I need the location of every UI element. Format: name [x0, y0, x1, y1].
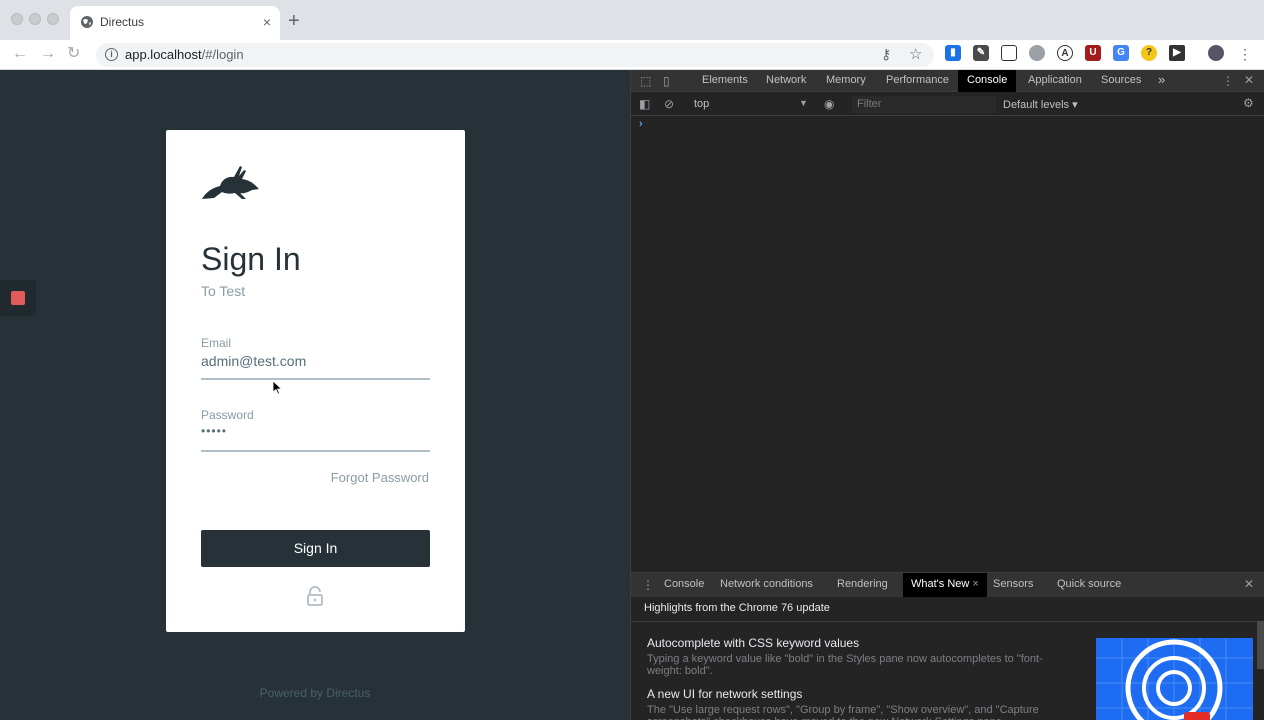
drawer-tab-rendering[interactable]: Rendering — [837, 578, 888, 590]
video-thumbnail-art — [1096, 638, 1253, 720]
tab-title: Directus — [100, 15, 145, 29]
clear-console-icon[interactable]: ⊘ — [664, 97, 674, 111]
whats-new-item-desc: Typing a keyword value like "bold" in th… — [647, 653, 1043, 677]
browser-toolbar: ← → ↻ i app.localhost/#/login ⚷ ☆ ▮ ✎ A … — [0, 40, 1264, 70]
back-icon[interactable]: ← — [12, 44, 28, 64]
drawer-tab-bar: ⋮ Console Network conditions Rendering W… — [631, 573, 1264, 597]
chrome-update-video-thumbnail[interactable] — [1096, 638, 1253, 720]
password-field[interactable]: ••••• — [201, 424, 227, 438]
url-host: app.localhost — [125, 47, 202, 62]
devtools-menu-icon[interactable]: ⋮ — [1222, 74, 1234, 88]
devtools-drawer: ⋮ Console Network conditions Rendering W… — [631, 572, 1264, 720]
globe-icon — [81, 16, 93, 28]
whats-new-item-title[interactable]: Autocomplete with CSS keyword values — [647, 636, 859, 650]
info-icon[interactable]: i — [105, 48, 118, 61]
extension-bookmark-icon[interactable]: ▮ — [945, 45, 961, 61]
forgot-password-link[interactable]: Forgot Password — [331, 470, 429, 485]
stop-square-icon — [11, 291, 25, 305]
more-tabs-icon[interactable]: » — [1158, 72, 1165, 87]
console-filter-input[interactable]: Filter — [852, 96, 996, 113]
tab-sources[interactable]: Sources — [1101, 74, 1141, 86]
device-toolbar-icon[interactable]: ▯ — [663, 74, 670, 88]
login-card: Sign In To Test Email admin@test.com Pas… — [166, 130, 465, 632]
whats-new-heading: Highlights from the Chrome 76 update — [644, 602, 830, 614]
minimize-window-button[interactable] — [29, 13, 41, 25]
record-widget-button[interactable] — [0, 280, 36, 316]
directus-rabbit-logo — [202, 166, 259, 199]
sign-in-button[interactable]: Sign In — [201, 530, 430, 567]
bookmark-star-icon[interactable]: ☆ — [909, 45, 922, 63]
context-dropdown-icon[interactable]: ▼ — [799, 98, 808, 108]
zoom-window-button[interactable] — [47, 13, 59, 25]
tab-close-button[interactable]: × — [263, 13, 271, 31]
tab-application[interactable]: Application — [1028, 74, 1082, 86]
devtools-tab-bar: ⬚ ▯ Elements Network Memory Performance … — [631, 70, 1264, 92]
drawer-menu-icon[interactable]: ⋮ — [642, 578, 654, 592]
drawer-tab-quick-source[interactable]: Quick source — [1057, 578, 1121, 590]
inspect-element-icon[interactable]: ⬚ — [640, 74, 651, 88]
close-icon[interactable]: × — [972, 578, 978, 590]
extension-a-icon[interactable]: A — [1057, 45, 1073, 61]
drawer-tab-console[interactable]: Console — [664, 578, 704, 590]
devtools-close-icon[interactable]: ✕ — [1244, 73, 1254, 87]
tab-memory[interactable]: Memory — [826, 74, 866, 86]
extension-screenshot-icon[interactable] — [1001, 45, 1017, 61]
devtools-panel: ⬚ ▯ Elements Network Memory Performance … — [630, 70, 1264, 720]
drawer-divider — [631, 621, 1264, 622]
email-underline — [201, 378, 430, 380]
project-subtitle: To Test — [201, 283, 246, 299]
powered-by-link[interactable]: Powered by Directus — [0, 686, 630, 700]
tab-network[interactable]: Network — [766, 74, 806, 86]
context-selector[interactable]: top — [694, 98, 709, 110]
tab-strip: Directus × + — [0, 0, 1264, 40]
sidebar-toggle-icon[interactable]: ◧ — [639, 97, 650, 111]
new-tab-button[interactable]: + — [288, 9, 300, 33]
url-text[interactable]: app.localhost/#/login — [125, 47, 244, 62]
email-label: Email — [201, 336, 232, 350]
mouse-cursor-icon — [273, 381, 283, 395]
extension-picker-icon[interactable]: ✎ — [973, 45, 989, 61]
close-window-button[interactable] — [11, 13, 23, 25]
forward-icon[interactable]: → — [40, 44, 56, 64]
whats-new-item-desc: The "Use large request rows", "Group by … — [647, 704, 1039, 720]
tab-performance[interactable]: Performance — [886, 74, 949, 86]
drawer-tab-whats-new-label: What's New — [911, 578, 970, 590]
profile-avatar[interactable] — [1208, 45, 1224, 61]
extension-globe-icon[interactable] — [1029, 45, 1045, 61]
settings-gear-icon[interactable]: ⚙ — [1243, 96, 1254, 110]
tab-console[interactable]: Console — [958, 70, 1017, 92]
eye-icon[interactable]: ◉ — [824, 97, 834, 111]
drawer-tab-sensors[interactable]: Sensors — [993, 578, 1033, 590]
drawer-scrollbar[interactable] — [1257, 621, 1264, 669]
url-path: /#/login — [201, 47, 244, 62]
page-title: Sign In — [201, 241, 301, 277]
password-underline — [201, 450, 430, 452]
lock-icon — [307, 586, 323, 606]
drawer-tab-whats-new[interactable]: What's New × — [903, 573, 987, 597]
address-bar[interactable]: i app.localhost/#/login ⚷ ☆ — [96, 43, 934, 67]
tab-elements[interactable]: Elements — [702, 74, 748, 86]
console-prompt[interactable]: › — [639, 118, 643, 130]
help-extension-icon[interactable]: ? — [1141, 45, 1157, 61]
reload-icon[interactable]: ↻ — [67, 44, 80, 64]
browser-tab[interactable]: Directus × — [70, 6, 280, 40]
translate-icon[interactable]: G — [1113, 45, 1129, 61]
drawer-tab-network-conditions[interactable]: Network conditions — [720, 578, 813, 590]
console-toolbar: ◧ ⊘ top ▼ ◉ Filter Default levels ▾ ⚙ — [631, 93, 1264, 116]
browser-menu-icon[interactable]: ⋮ — [1238, 44, 1252, 64]
login-page: Sign In To Test Email admin@test.com Pas… — [0, 70, 630, 720]
log-levels-dropdown[interactable]: Default levels ▾ — [1003, 98, 1078, 111]
key-icon[interactable]: ⚷ — [881, 46, 891, 63]
whats-new-item-title[interactable]: A new UI for network settings — [647, 687, 802, 701]
email-field[interactable]: admin@test.com — [201, 353, 306, 369]
ublock-icon[interactable]: U — [1085, 45, 1101, 61]
video-camera-icon[interactable]: ▶ — [1169, 45, 1185, 61]
password-label: Password — [201, 408, 254, 422]
drawer-close-icon[interactable]: ✕ — [1244, 577, 1254, 591]
